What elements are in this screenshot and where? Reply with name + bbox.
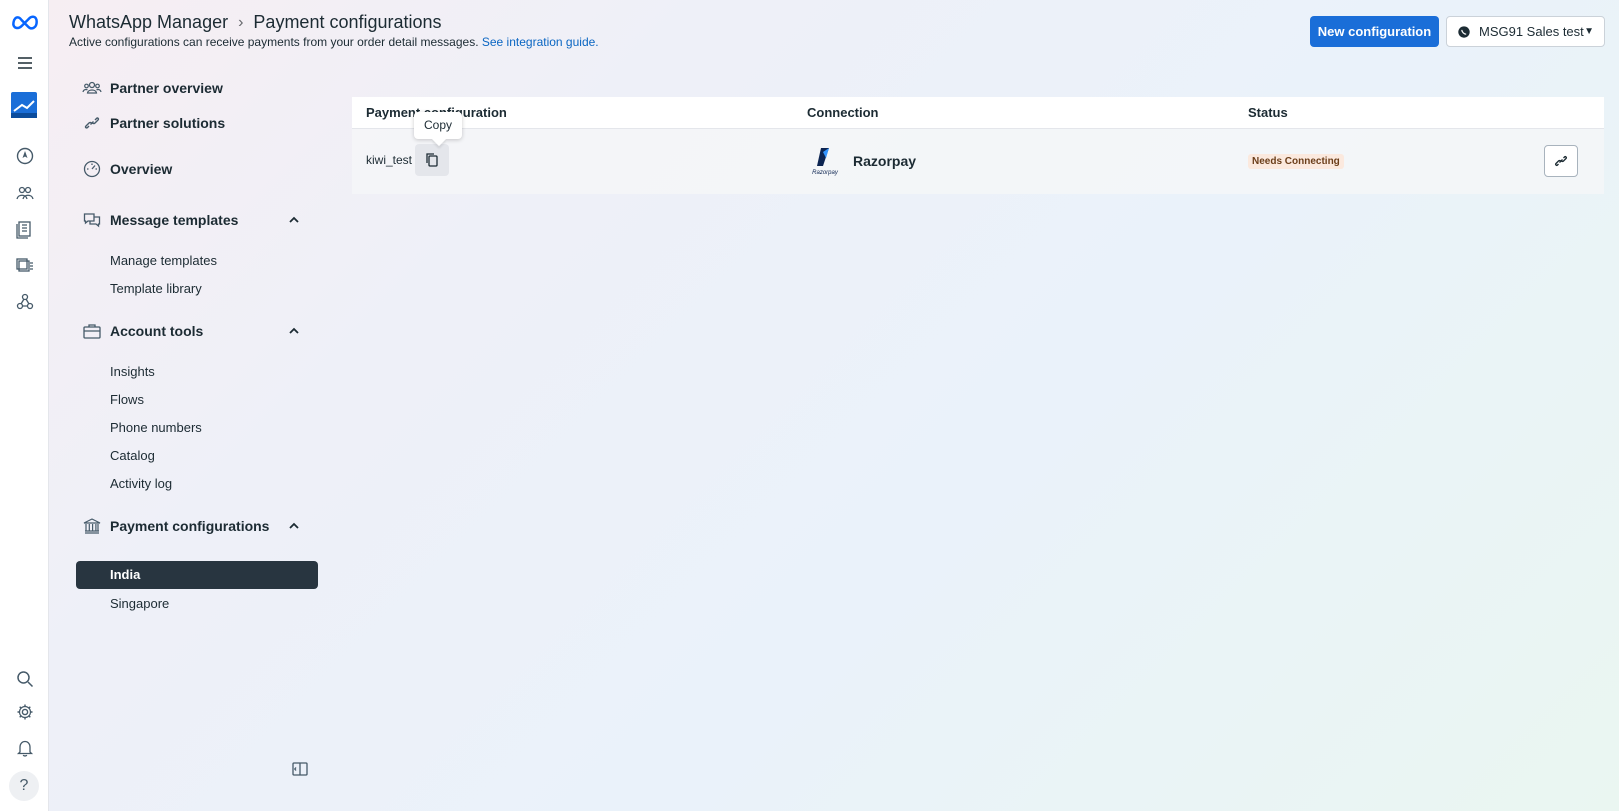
- column-header-connection: Connection: [807, 105, 879, 120]
- sidebar-item-catalog[interactable]: Catalog: [110, 448, 155, 463]
- payment-configurations-table: Payment configuration Connection Status …: [352, 97, 1604, 194]
- breadcrumb: WhatsApp Manager › Payment configuration…: [69, 12, 442, 33]
- connection-provider: Razorpay Razorpay: [807, 146, 916, 176]
- copy-button[interactable]: [415, 144, 449, 176]
- sidebar-item-overview[interactable]: Overview: [82, 159, 172, 179]
- svg-text:Razorpay: Razorpay: [812, 170, 839, 176]
- sidebar-item-template-library[interactable]: Template library: [110, 281, 202, 296]
- whatsapp-icon: [1458, 25, 1470, 38]
- integrations-icon[interactable]: [12, 289, 37, 314]
- sidebar-item-manage-templates[interactable]: Manage templates: [110, 253, 217, 268]
- menu-icon[interactable]: [12, 50, 37, 75]
- briefcase-icon: [83, 324, 101, 339]
- new-configuration-button[interactable]: New configuration: [1310, 16, 1439, 47]
- sidebar-item-phone-numbers[interactable]: Phone numbers: [110, 420, 202, 435]
- page-title: Payment configurations: [253, 12, 442, 32]
- collapse-sidebar-icon[interactable]: [291, 760, 309, 778]
- column-header-status: Status: [1248, 105, 1288, 120]
- sidebar-item-message-templates[interactable]: Message templates: [82, 210, 238, 230]
- sidebar-item-partner-solutions[interactable]: Partner solutions: [82, 113, 225, 133]
- sidebar-item-partner-overview[interactable]: Partner overview: [82, 78, 223, 98]
- chat-bubbles-icon: [83, 213, 101, 228]
- meta-logo-icon[interactable]: [10, 8, 40, 33]
- chevron-up-icon[interactable]: [286, 518, 302, 534]
- account-selector[interactable]: MSG91 Sales test ▼: [1446, 16, 1605, 47]
- chevron-right-icon: ›: [238, 13, 244, 31]
- razorpay-logo: Razorpay: [812, 148, 839, 176]
- copy-tooltip: Copy: [414, 112, 463, 139]
- configuration-name: kiwi_test: [366, 153, 413, 167]
- page-subtitle: Active configurations can receive paymen…: [69, 35, 599, 49]
- sidebar-item-singapore[interactable]: Singapore: [110, 596, 169, 611]
- status-badge: Needs Connecting: [1248, 154, 1344, 169]
- bell-icon[interactable]: [12, 735, 37, 760]
- sidebar-item-insights[interactable]: Insights: [110, 364, 155, 379]
- chevron-up-icon[interactable]: [286, 212, 302, 228]
- provider-name: Razorpay: [853, 153, 917, 169]
- gauge-icon: [83, 160, 101, 178]
- search-icon[interactable]: [12, 666, 37, 691]
- bank-icon: [83, 518, 101, 534]
- compass-icon[interactable]: [12, 143, 37, 168]
- caret-down-icon: ▼: [1584, 26, 1594, 37]
- people-icon[interactable]: [12, 180, 37, 205]
- table-row[interactable]: kiwi_test Razorpay Razorpay Needs Connec…: [352, 129, 1604, 194]
- sidebar-item-account-tools[interactable]: Account tools: [82, 321, 203, 341]
- business-suite-icon[interactable]: [10, 91, 38, 119]
- settings-gear-icon[interactable]: [12, 699, 37, 724]
- people-group-icon: [82, 81, 102, 94]
- account-name: MSG91 Sales test: [1479, 24, 1584, 39]
- help-icon[interactable]: ?: [9, 771, 39, 801]
- sidebar-item-india[interactable]: India: [76, 561, 318, 589]
- link-icon: [1555, 156, 1567, 166]
- sidebar-item-flows[interactable]: Flows: [110, 392, 144, 407]
- breadcrumb-app[interactable]: WhatsApp Manager: [69, 12, 228, 33]
- global-nav-rail: ?: [0, 0, 49, 811]
- sidebar-item-activity-log[interactable]: Activity log: [110, 476, 172, 491]
- content-icon[interactable]: [12, 253, 37, 278]
- copy-icon: [426, 153, 438, 167]
- connect-link-button[interactable]: [1544, 145, 1578, 177]
- chevron-up-icon[interactable]: [286, 323, 302, 339]
- table-header: Payment configuration Connection Status: [352, 97, 1604, 129]
- link-chain-icon: [84, 117, 100, 129]
- integration-guide-link[interactable]: See integration guide.: [482, 35, 599, 49]
- sidebar-item-payment-configurations[interactable]: Payment configurations: [82, 516, 269, 536]
- pages-icon[interactable]: [12, 216, 37, 241]
